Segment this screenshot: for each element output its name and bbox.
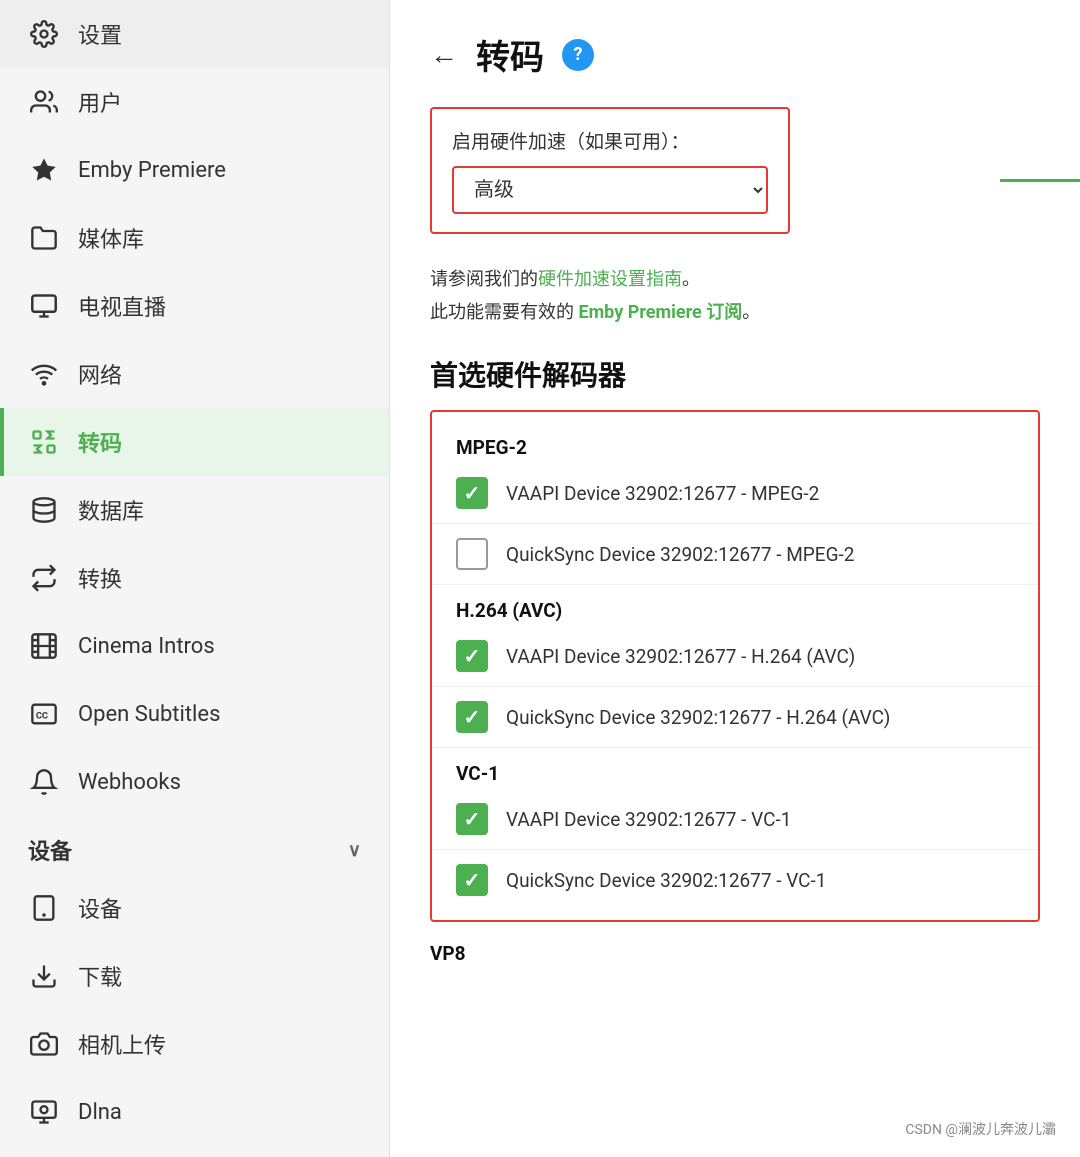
codec-heading-h264: H.264 (AVC) [432, 585, 1038, 626]
svg-text:CC: CC [36, 711, 48, 722]
hw-accel-select[interactable]: 无基础高级 [452, 166, 768, 214]
sidebar-item-device[interactable]: 设备 [0, 874, 389, 942]
sidebar-item-label: Webhooks [78, 770, 181, 795]
convert-icon [28, 562, 60, 594]
sidebar-item-download[interactable]: 下载 [0, 942, 389, 1010]
sidebar-item-label: 用户 [78, 86, 122, 118]
sidebar: 设置 用户 Emby Premiere 媒体库 电视直播 网络 转码 数据库 转… [0, 0, 390, 1157]
info-line2: 此功能需要有效的 Emby Premiere 订阅。 [430, 299, 1040, 326]
decoder-label: QuickSync Device 32902:12677 - H.264 (AV… [506, 706, 890, 729]
sidebar-item-network[interactable]: 网络 [0, 340, 389, 408]
decoder-checkbox[interactable] [456, 640, 488, 672]
sidebar-item-open-subtitles[interactable]: CC Open Subtitles [0, 680, 389, 748]
sidebar-item-media-library[interactable]: 媒体库 [0, 204, 389, 272]
decoder-list-box: MPEG-2 VAAPI Device 32902:12677 - MPEG-2 Q… [430, 410, 1040, 922]
sidebar-item-label: Dlna [78, 1100, 122, 1125]
gear-icon [28, 18, 60, 50]
sidebar-item-label: 电视直播 [78, 290, 166, 322]
sidebar-item-label: 设置 [78, 18, 122, 50]
decoder-checkbox[interactable] [456, 477, 488, 509]
info-line1: 请参阅我们的硬件加速设置指南。 [430, 266, 1040, 293]
sidebar-item-label: 转码 [78, 426, 122, 458]
decoder-item: VAAPI Device 32902:12677 - VC-1 [432, 789, 1038, 850]
users-icon [28, 86, 60, 118]
hw-accel-label: 启用硬件加速（如果可用）： [452, 127, 768, 154]
database-icon [28, 494, 60, 526]
decoder-label: VAAPI Device 32902:12677 - MPEG-2 [506, 482, 819, 505]
sidebar-item-dlna[interactable]: Dlna [0, 1078, 389, 1146]
tv-icon [28, 290, 60, 322]
decoder-checkbox[interactable] [456, 538, 488, 570]
sidebar-item-cinema-intros[interactable]: Cinema Intros [0, 612, 389, 680]
wifi-icon [28, 358, 60, 390]
decoder-item: QuickSync Device 32902:12677 - VC-1 [432, 850, 1038, 910]
sidebar-item-label: Cinema Intros [78, 634, 215, 659]
sidebar-item-label: 媒体库 [78, 222, 144, 254]
sidebar-item-label: 设备 [78, 892, 122, 924]
decoder-item: QuickSync Device 32902:12677 - MPEG-2 [432, 524, 1038, 585]
download-icon [28, 960, 60, 992]
sidebar-item-label: 下载 [78, 960, 122, 992]
hw-guide-link[interactable]: 硬件加速设置指南 [538, 269, 682, 290]
transcode-icon [28, 426, 60, 458]
page-title: 转码 [476, 30, 544, 79]
star-icon [28, 154, 60, 186]
decoder-checkbox[interactable] [456, 864, 488, 896]
sidebar-item-label: 网络 [78, 358, 122, 390]
device-icon [28, 892, 60, 924]
camera-icon [28, 1028, 60, 1060]
emby-premiere-link[interactable]: Emby Premiere 订阅 [578, 302, 742, 323]
codec-heading-mpeg2: MPEG-2 [432, 422, 1038, 463]
sidebar-item-label: 转换 [78, 562, 122, 594]
sidebar-item-label: Open Subtitles [78, 702, 220, 727]
help-button[interactable]: ? [562, 39, 594, 71]
chevron-down-icon: ∨ [348, 840, 361, 861]
sidebar-item-database[interactable]: 数据库 [0, 476, 389, 544]
sidebar-item-transcode[interactable]: 转码 [0, 408, 389, 476]
devices-section-label: 设备 [28, 834, 72, 866]
sidebar-item-convert[interactable]: 转换 [0, 544, 389, 612]
cinema-icon [28, 630, 60, 662]
decoder-label: QuickSync Device 32902:12677 - VC-1 [506, 869, 826, 892]
sidebar-item-live-tv[interactable]: 电视直播 [0, 272, 389, 340]
annotation-line [1000, 179, 1080, 182]
preferred-decoder-heading: 首选硬件解码器 [430, 354, 1040, 394]
dlna-icon [28, 1096, 60, 1128]
back-button[interactable]: ← [430, 38, 458, 71]
decoder-item: VAAPI Device 32902:12677 - H.264 (AVC) [432, 626, 1038, 687]
decoder-item: QuickSync Device 32902:12677 - H.264 (AV… [432, 687, 1038, 748]
sidebar-item-label: 相机上传 [78, 1028, 166, 1060]
sidebar-item-label: 数据库 [78, 494, 144, 526]
decoder-checkbox[interactable] [456, 803, 488, 835]
sidebar-item-settings[interactable]: 设置 [0, 0, 389, 68]
decoder-label: VAAPI Device 32902:12677 - H.264 (AVC) [506, 645, 855, 668]
sidebar-item-emby-premiere[interactable]: Emby Premiere [0, 136, 389, 204]
hw-accel-section: 启用硬件加速（如果可用）： 无基础高级 [430, 107, 790, 234]
subtitles-icon: CC [28, 698, 60, 730]
sidebar-item-users[interactable]: 用户 [0, 68, 389, 136]
codec-heading-vc1: VC-1 [432, 748, 1038, 789]
sidebar-item-label: Emby Premiere [78, 158, 226, 183]
main-content: ← 转码 ? 启用硬件加速（如果可用）： 无基础高级 请参阅我们的硬件加速设置指… [390, 0, 1080, 1157]
page-header: ← 转码 ? [430, 30, 1040, 79]
decoder-checkbox[interactable] [456, 701, 488, 733]
folder-icon [28, 222, 60, 254]
devices-section-header[interactable]: 设备 ∨ [0, 816, 389, 874]
decoder-item: VAAPI Device 32902:12677 - MPEG-2 [432, 463, 1038, 524]
bell-icon [28, 766, 60, 798]
watermark: CSDN @澜波儿奔波儿灞 [905, 1119, 1056, 1139]
vp8-heading: VP8 [430, 942, 1040, 965]
decoder-label: QuickSync Device 32902:12677 - MPEG-2 [506, 543, 854, 566]
decoder-label: VAAPI Device 32902:12677 - VC-1 [506, 808, 791, 831]
sidebar-item-camera-upload[interactable]: 相机上传 [0, 1010, 389, 1078]
sidebar-item-webhooks[interactable]: Webhooks [0, 748, 389, 816]
